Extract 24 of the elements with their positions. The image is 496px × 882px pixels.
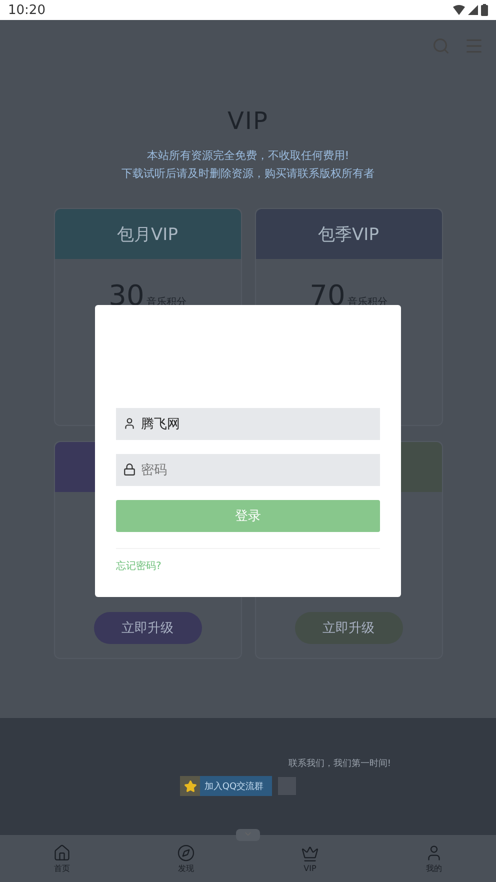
username-field[interactable]: 腾飞网 [116,408,380,440]
compass-icon [177,844,195,862]
subtitle-text: 下载试听后请及时删除资源，购买请联系版权所有者 [120,166,376,182]
password-field[interactable]: 密码 [116,454,380,486]
upgrade-button[interactable]: 立即升级 [294,612,402,644]
plan-header: 包月VIP [54,209,240,259]
user-icon [123,417,136,430]
star-icon [184,780,197,792]
crown-icon [301,844,319,862]
footer-text: 联系我们，我们第一时间! [288,758,391,770]
qq-group-badge[interactable]: 加入QQ交流群 [180,776,272,796]
upgrade-button[interactable]: 立即升级 [94,612,202,644]
plan-header: 包季VIP [256,209,442,259]
status-time: 10:20 [8,2,46,18]
collapse-handle[interactable] [236,829,260,841]
forgot-password-link[interactable]: 忘记密码? [116,559,162,573]
battery-icon [481,4,488,16]
login-button[interactable]: 登录 [116,500,380,532]
wifi-icon [453,5,465,15]
signal-icon [468,5,478,15]
lock-icon [123,463,136,476]
user-icon [425,844,443,862]
home-icon [53,844,71,862]
subtitle-text: 本站所有资源完全免费，不收取任何费用! [146,148,350,164]
